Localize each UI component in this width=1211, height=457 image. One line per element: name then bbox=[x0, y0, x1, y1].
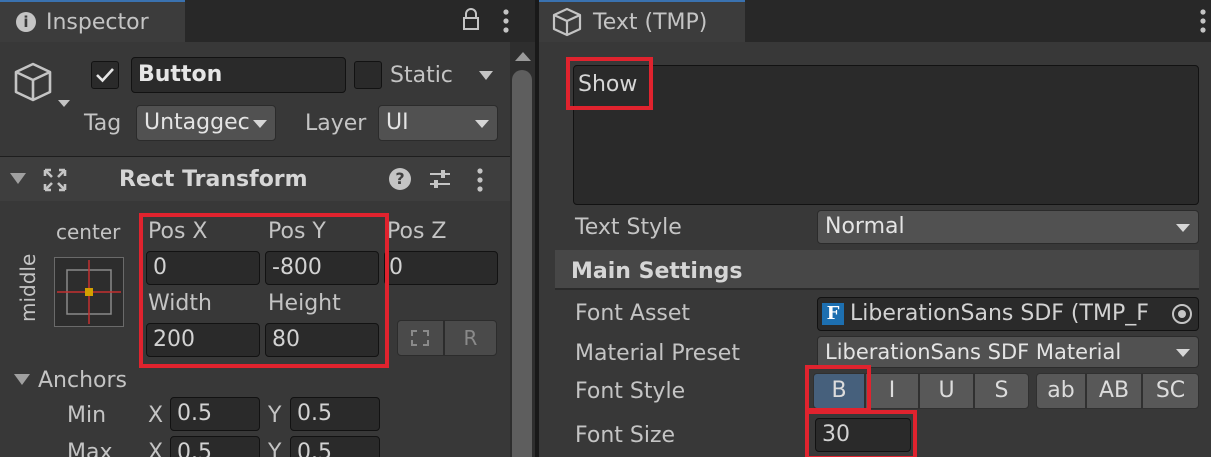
object-picker-icon[interactable] bbox=[1172, 304, 1192, 324]
anchor-min-y-input[interactable]: 0.5 bbox=[290, 397, 380, 431]
presets-sliders-icon[interactable] bbox=[428, 167, 452, 191]
font-style-strikethrough-button[interactable]: S bbox=[974, 373, 1029, 409]
font-style-label: Font Style bbox=[575, 379, 686, 404]
anchor-horizontal-label: center bbox=[56, 220, 121, 244]
dashed-rect-icon bbox=[411, 330, 429, 346]
chevron-down-icon bbox=[253, 120, 267, 128]
anchor-max-y-label: Y bbox=[268, 440, 282, 457]
font-size-label: Font Size bbox=[575, 423, 676, 448]
material-preset-value: LiberationSans SDF Material bbox=[825, 340, 1122, 364]
tag-value: Untaggec bbox=[144, 110, 250, 135]
text-style-label: Text Style bbox=[575, 215, 682, 240]
help-icon[interactable]: ? bbox=[389, 168, 411, 190]
highlight-box bbox=[805, 365, 871, 412]
static-label: Static bbox=[390, 63, 453, 88]
inspector-scrollbar[interactable] bbox=[510, 42, 535, 457]
main-settings-header[interactable]: Main Settings bbox=[555, 250, 1199, 290]
posz-value: 0 bbox=[389, 255, 403, 280]
material-preset-label: Material Preset bbox=[575, 341, 740, 366]
anchors-label: Anchors bbox=[38, 368, 127, 393]
anchor-max-y-value: 0.5 bbox=[297, 440, 332, 457]
posz-input[interactable]: 0 bbox=[384, 251, 498, 285]
cube-icon bbox=[552, 7, 582, 37]
font-asset-field[interactable]: F LiberationSans SDF (TMP_F bbox=[817, 297, 1199, 331]
highlight-box bbox=[566, 57, 653, 110]
layer-value: UI bbox=[386, 110, 409, 135]
blueprint-mode-button[interactable] bbox=[397, 320, 444, 356]
text-style-dropdown[interactable]: Normal bbox=[817, 210, 1199, 244]
strikethrough-label: S bbox=[994, 378, 1009, 403]
chevron-down-icon bbox=[1176, 224, 1190, 232]
tag-dropdown[interactable]: Untaggec bbox=[136, 105, 276, 141]
font-asset-icon: F bbox=[822, 303, 844, 325]
italic-label: I bbox=[888, 378, 896, 403]
object-name-value: Button bbox=[138, 62, 223, 87]
font-asset-icon-glyph: F bbox=[826, 303, 840, 324]
checkmark-icon bbox=[96, 68, 114, 83]
anchor-vertical-label: middle bbox=[16, 253, 40, 322]
anchor-min-y-value: 0.5 bbox=[297, 401, 332, 426]
highlight-box bbox=[805, 410, 917, 457]
foldout-arrow-icon bbox=[10, 173, 26, 184]
tmp-tab-title: Text (TMP) bbox=[593, 10, 708, 35]
component-title: Rect Transform bbox=[119, 167, 308, 192]
tmp-tab[interactable]: Text (TMP) bbox=[539, 0, 745, 42]
anchors-foldout-arrow-icon[interactable] bbox=[14, 374, 30, 385]
smallcaps-label: SC bbox=[1155, 378, 1186, 403]
raw-edit-button[interactable]: R bbox=[444, 320, 497, 356]
lock-icon[interactable] bbox=[462, 8, 480, 32]
anchor-max-x-label: X bbox=[148, 440, 164, 457]
chevron-down-icon bbox=[475, 120, 489, 128]
chevron-down-icon bbox=[1176, 349, 1190, 357]
raw-edit-label: R bbox=[463, 326, 478, 350]
material-preset-dropdown[interactable]: LiberationSans SDF Material bbox=[817, 336, 1199, 368]
underline-label: U bbox=[938, 378, 955, 403]
font-asset-label: Font Asset bbox=[575, 301, 691, 326]
font-style-smallcaps-button[interactable]: SC bbox=[1142, 373, 1199, 409]
rect-transform-header[interactable]: Rect Transform ? bbox=[0, 157, 510, 201]
anchor-max-y-input[interactable]: 0.5 bbox=[290, 436, 380, 457]
more-options-icon[interactable] bbox=[502, 8, 510, 34]
font-style-underline-button[interactable]: U bbox=[919, 373, 974, 409]
lowercase-label: ab bbox=[1047, 378, 1075, 403]
more-options-icon[interactable] bbox=[476, 167, 484, 193]
scroll-up-arrow-icon[interactable] bbox=[515, 52, 531, 61]
tag-label: Tag bbox=[84, 111, 122, 136]
posz-label: Pos Z bbox=[387, 219, 447, 244]
font-style-italic-button[interactable]: I bbox=[865, 373, 919, 409]
layer-dropdown[interactable]: UI bbox=[378, 105, 498, 141]
inspector-tab[interactable]: i Inspector bbox=[0, 0, 185, 42]
anchor-presets-button[interactable] bbox=[54, 257, 124, 327]
static-dropdown-arrow[interactable] bbox=[479, 71, 493, 80]
anchor-min-y-label: Y bbox=[268, 403, 282, 428]
object-name-field[interactable]: Button bbox=[131, 57, 346, 93]
anchor-max-label: Max bbox=[67, 440, 113, 457]
font-style-uppercase-button[interactable]: AB bbox=[1086, 373, 1142, 409]
text-style-value: Normal bbox=[825, 214, 905, 239]
static-checkbox[interactable] bbox=[354, 61, 382, 89]
active-checkbox[interactable] bbox=[91, 61, 119, 89]
font-style-lowercase-button[interactable]: ab bbox=[1036, 373, 1086, 409]
font-asset-value: LiberationSans SDF (TMP_F bbox=[850, 301, 1149, 326]
anchor-preset-graphic bbox=[57, 260, 121, 324]
anchor-min-x-value: 0.5 bbox=[177, 401, 212, 426]
main-settings-label: Main Settings bbox=[571, 259, 743, 284]
anchor-max-x-value: 0.5 bbox=[177, 440, 212, 457]
inspector-panel: i Inspector Button Static Tag Untaggec L… bbox=[0, 0, 535, 457]
more-options-icon[interactable] bbox=[1199, 8, 1207, 34]
rect-transform-icon bbox=[43, 168, 67, 192]
info-icon: i bbox=[16, 12, 36, 32]
layer-label: Layer bbox=[305, 111, 367, 136]
scrollbar-thumb[interactable] bbox=[512, 70, 532, 457]
highlight-box bbox=[139, 213, 389, 368]
anchor-min-label: Min bbox=[67, 403, 107, 428]
anchor-min-x-input[interactable]: 0.5 bbox=[170, 397, 260, 431]
gameobject-cube-icon[interactable] bbox=[12, 60, 70, 110]
anchor-min-x-label: X bbox=[148, 403, 164, 428]
text-input-area[interactable]: Show bbox=[573, 65, 1199, 205]
anchor-max-x-input[interactable]: 0.5 bbox=[170, 436, 260, 457]
uppercase-label: AB bbox=[1098, 378, 1130, 403]
tmp-panel: Text (TMP) Show Text Style Normal Main S… bbox=[539, 0, 1211, 457]
inspector-tab-title: Inspector bbox=[46, 10, 149, 35]
